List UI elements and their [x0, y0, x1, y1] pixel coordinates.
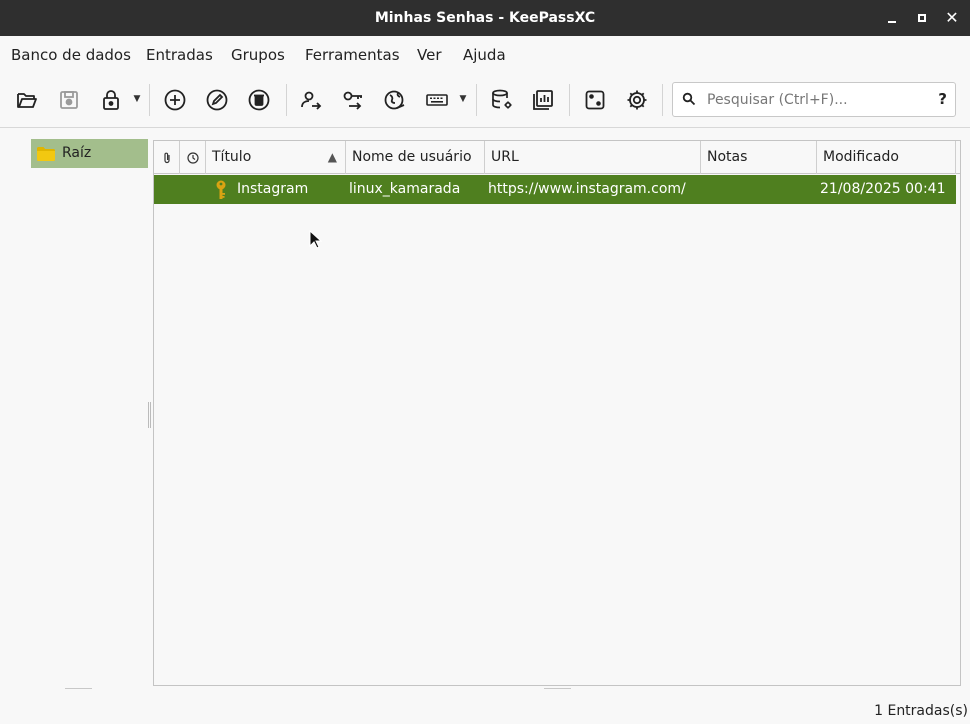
paperclip-icon — [164, 152, 170, 164]
column-attachment[interactable] — [154, 141, 180, 174]
menu-ajuda[interactable]: Ajuda — [463, 36, 506, 74]
copy-username-button[interactable] — [294, 84, 328, 116]
search-icon — [682, 92, 696, 106]
status-bar: 1 Entradas(s) — [0, 700, 970, 724]
toolbar-separator — [286, 84, 287, 116]
menu-entradas[interactable]: Entradas — [146, 36, 213, 74]
mouse-cursor-icon — [309, 230, 323, 249]
lock-icon — [103, 90, 119, 110]
group-tree: Raíz — [0, 130, 150, 690]
preview-splitter-handle-left[interactable] — [65, 688, 92, 689]
column-title[interactable]: Título ▲ — [206, 141, 346, 174]
close-icon: ✕ — [945, 8, 959, 27]
reports-icon — [533, 90, 553, 110]
delete-entry-button[interactable] — [242, 84, 276, 116]
column-notes[interactable]: Notas — [701, 141, 817, 174]
database-reports-button[interactable] — [526, 84, 560, 116]
group-item-raiz[interactable]: Raíz — [31, 139, 148, 168]
menu-ver[interactable]: Ver — [417, 36, 442, 74]
copy-password-icon — [343, 91, 362, 110]
key-icon — [216, 180, 226, 199]
group-label: Raíz — [62, 145, 92, 161]
password-generator-icon — [585, 90, 605, 110]
menu-bar: Banco de dados Entradas Grupos Ferrament… — [0, 36, 970, 74]
open-url-icon — [384, 90, 405, 110]
autotype-dropdown-arrow[interactable]: ▼ — [458, 94, 468, 104]
edit-entry-button[interactable] — [200, 84, 234, 116]
menu-grupos[interactable]: Grupos — [231, 36, 285, 74]
settings-gear-icon — [627, 90, 647, 110]
save-icon — [60, 91, 78, 109]
window-title: Minhas Senhas - KeePassXC — [374, 10, 596, 26]
settings-button[interactable] — [620, 84, 654, 116]
minimize-icon — [888, 21, 896, 23]
open-database-button[interactable] — [10, 84, 44, 116]
column-title-label: Título — [212, 149, 252, 165]
database-settings-icon — [492, 89, 512, 109]
column-url[interactable]: URL — [485, 141, 701, 174]
maximize-button[interactable] — [911, 7, 933, 29]
entry-username: linux_kamarada — [349, 181, 461, 197]
column-username[interactable]: Nome de usuário — [346, 141, 485, 174]
search-input[interactable] — [707, 83, 917, 116]
entry-modified: 21/08/2025 00:41 — [820, 181, 946, 197]
toolbar-separator — [569, 84, 570, 116]
entry-count-status: 1 Entradas(s) — [874, 703, 968, 719]
copy-password-button[interactable] — [336, 84, 370, 116]
save-database-button[interactable] — [52, 84, 86, 116]
folder-icon — [37, 147, 55, 161]
toolbar-separator — [662, 84, 663, 116]
entry-table: Título ▲ Nome de usuário URL Notas Modif… — [153, 140, 961, 686]
autotype-button[interactable] — [420, 84, 454, 116]
preview-splitter-handle[interactable] — [544, 688, 571, 689]
minimize-button[interactable] — [881, 7, 903, 29]
lock-database-button[interactable] — [94, 84, 128, 116]
entry-url: https://www.instagram.com/ — [488, 181, 686, 197]
table-header: Título ▲ Nome de usuário URL Notas Modif… — [154, 141, 960, 174]
maximize-icon — [918, 14, 926, 22]
title-bar: Minhas Senhas - KeePassXC ✕ — [0, 0, 970, 36]
edit-entry-icon — [206, 89, 228, 111]
add-entry-button[interactable] — [158, 84, 192, 116]
clock-icon — [187, 152, 199, 164]
table-row[interactable]: Instagram linux_kamarada https://www.ins… — [154, 175, 956, 204]
entry-title: Instagram — [237, 181, 309, 197]
pane-splitter-handle[interactable] — [148, 402, 151, 428]
password-generator-button[interactable] — [578, 84, 612, 116]
search-help-button[interactable]: ? — [938, 83, 947, 116]
menu-banco-de-dados[interactable]: Banco de dados — [11, 36, 131, 74]
sort-ascending-icon: ▲ — [327, 150, 337, 164]
toolbar-separator — [149, 84, 150, 116]
column-expiry[interactable] — [180, 141, 206, 174]
search-box: ? — [672, 82, 956, 117]
folder-open-icon — [17, 93, 37, 108]
autotype-keyboard-icon — [426, 94, 448, 106]
toolbar-separator — [476, 84, 477, 116]
add-entry-icon — [164, 89, 186, 111]
delete-entry-icon — [248, 89, 270, 111]
lock-dropdown-arrow[interactable]: ▼ — [132, 94, 142, 104]
menu-ferramentas[interactable]: Ferramentas — [305, 36, 400, 74]
copy-username-icon — [301, 91, 322, 110]
open-url-button[interactable] — [378, 84, 412, 116]
close-window-button[interactable]: ✕ — [941, 7, 963, 29]
column-modified[interactable]: Modificado — [817, 141, 956, 174]
database-settings-button[interactable] — [485, 84, 519, 116]
